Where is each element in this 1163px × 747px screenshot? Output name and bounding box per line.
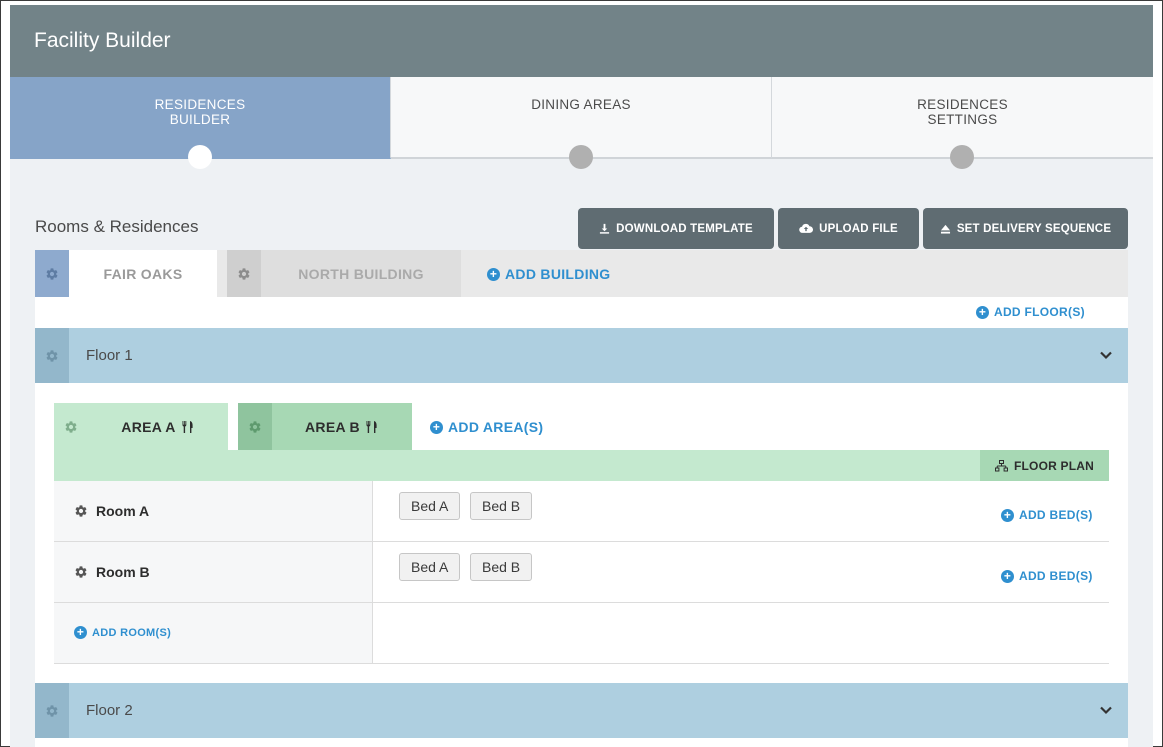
table-row: + ADD ROOM(S)	[54, 603, 1109, 664]
area-tab-area-a[interactable]: AREA A	[54, 403, 228, 450]
floor-name: Floor 2	[86, 702, 133, 719]
floor-name: Floor 1	[86, 347, 133, 364]
room-name-label: Room A	[96, 503, 150, 519]
app-title: Facility Builder	[34, 29, 171, 52]
bed-chip[interactable]: Bed B	[470, 492, 533, 520]
plus-circle-icon: +	[976, 305, 989, 319]
area-tab-area-b[interactable]: AREA B	[238, 403, 412, 450]
plus-circle-icon: +	[74, 626, 87, 639]
add-room-label: ADD ROOM(S)	[92, 626, 172, 639]
bed-chip[interactable]: Bed B	[470, 553, 533, 581]
add-area-label: ADD AREA(S)	[448, 419, 544, 435]
gear-icon	[46, 267, 58, 280]
add-bed-link[interactable]: + ADD BED(S)	[1001, 569, 1093, 583]
add-floor-link[interactable]: + ADD FLOOR(S)	[976, 305, 1085, 319]
add-bed-label: ADD BED(S)	[1019, 508, 1093, 522]
building-tab-bar: FAIR OAKS NORTH BUILDING + ADD BUILDING	[35, 250, 1128, 297]
add-bed-link[interactable]: + ADD BED(S)	[1001, 508, 1093, 522]
step-label: RESIDENCES SETTINGS	[917, 97, 1008, 127]
gear-icon	[46, 704, 58, 717]
utensils-icon	[182, 420, 193, 433]
step-residences-builder[interactable]: RESIDENCES BUILDER	[10, 77, 391, 169]
area-tab-label: AREA A	[121, 418, 176, 435]
room-name-button[interactable]: Room B	[74, 542, 150, 602]
sitemap-icon	[995, 459, 1008, 471]
area-tab-label-container: AREA A	[88, 403, 228, 450]
table-row: Room B Bed A Bed B + ADD BED(S)	[54, 542, 1109, 603]
chevron-down-icon[interactable]	[1098, 702, 1114, 718]
gear-icon	[238, 267, 250, 280]
step-indicator-dot	[569, 145, 593, 169]
area-settings-button[interactable]	[238, 403, 272, 450]
building-tab-fair-oaks[interactable]: FAIR OAKS	[35, 250, 217, 297]
floor-settings-button[interactable]	[35, 328, 69, 383]
room-name-cell: Room B	[54, 542, 373, 602]
step-residences-settings[interactable]: RESIDENCES SETTINGS	[772, 77, 1153, 169]
building-tab-label: FAIR OAKS	[69, 250, 217, 297]
download-template-button[interactable]: DOWNLOAD TEMPLATE	[578, 208, 774, 249]
area-toolbar-strip: FLOOR PLAN	[54, 450, 1109, 481]
step-indicator-dot	[950, 145, 974, 169]
upload-file-label: UPLOAD FILE	[819, 222, 898, 235]
utensils-icon	[366, 420, 377, 433]
room-name-cell: Room A	[54, 481, 373, 541]
download-template-label: DOWNLOAD TEMPLATE	[616, 222, 753, 235]
room-name-cell: + ADD ROOM(S)	[54, 603, 373, 663]
floor-header-floor-1[interactable]: Floor 1	[35, 328, 1128, 383]
room-name-label: Room B	[96, 564, 150, 580]
bed-chip[interactable]: Bed A	[399, 492, 461, 520]
rooms-table: Room A Bed A Bed B + ADD BED(S) Room B B…	[54, 481, 1109, 664]
add-bed-label: ADD BED(S)	[1019, 569, 1093, 583]
plus-circle-icon: +	[430, 420, 443, 434]
plus-circle-icon: +	[487, 267, 500, 281]
add-floor-label: ADD FLOOR(S)	[994, 305, 1085, 319]
plus-circle-icon: +	[1001, 508, 1014, 522]
area-tab-label: AREA B	[305, 418, 360, 435]
plus-circle-icon: +	[1001, 569, 1014, 583]
floor-header-floor-2[interactable]: Floor 2	[35, 683, 1128, 738]
add-building-label: ADD BUILDING	[505, 266, 611, 282]
step-dining-areas[interactable]: DINING AREAS	[391, 77, 772, 169]
upload-file-button[interactable]: UPLOAD FILE	[778, 208, 919, 249]
floor-plan-label: FLOOR PLAN	[1014, 458, 1094, 473]
area-tab-label-container: AREA B	[272, 403, 412, 450]
download-icon	[600, 223, 610, 234]
bed-chip[interactable]: Bed A	[399, 553, 461, 581]
step-indicator-dot	[188, 145, 212, 169]
eject-icon	[940, 224, 950, 234]
floor-settings-button[interactable]	[35, 683, 69, 738]
gear-icon	[46, 349, 58, 362]
add-building-link[interactable]: + ADD BUILDING	[487, 266, 610, 282]
building-settings-button[interactable]	[35, 250, 69, 297]
gear-icon	[249, 420, 261, 433]
room-name-button[interactable]: Room A	[74, 481, 149, 541]
facility-builder-app: Facility Builder RESIDENCES BUILDER DINI…	[10, 5, 1153, 747]
building-tab-label: NORTH BUILDING	[261, 250, 461, 297]
step-label: RESIDENCES BUILDER	[154, 97, 246, 127]
table-row: Room A Bed A Bed B + ADD BED(S)	[54, 481, 1109, 542]
section-title: Rooms & Residences	[35, 217, 199, 236]
app-header: Facility Builder	[10, 5, 1153, 77]
set-delivery-sequence-button[interactable]: SET DELIVERY SEQUENCE	[923, 208, 1128, 249]
add-area-link[interactable]: + ADD AREA(S)	[430, 419, 543, 435]
add-room-link[interactable]: + ADD ROOM(S)	[74, 626, 171, 639]
gear-icon	[75, 566, 87, 578]
wizard-stepper: RESIDENCES BUILDER DINING AREAS RESIDENC…	[10, 77, 1153, 169]
cloud-upload-icon	[799, 223, 814, 233]
floor-plan-button[interactable]: FLOOR PLAN	[980, 450, 1109, 481]
step-label: DINING AREAS	[531, 97, 631, 112]
chevron-down-icon[interactable]	[1098, 347, 1114, 363]
building-tab-north-building[interactable]: NORTH BUILDING	[227, 250, 461, 297]
building-settings-button[interactable]	[227, 250, 261, 297]
window-frame: Facility Builder RESIDENCES BUILDER DINI…	[0, 0, 1163, 747]
area-settings-button[interactable]	[54, 403, 88, 450]
gear-icon	[75, 505, 87, 517]
set-delivery-sequence-label: SET DELIVERY SEQUENCE	[956, 222, 1112, 235]
gear-icon	[65, 420, 77, 433]
